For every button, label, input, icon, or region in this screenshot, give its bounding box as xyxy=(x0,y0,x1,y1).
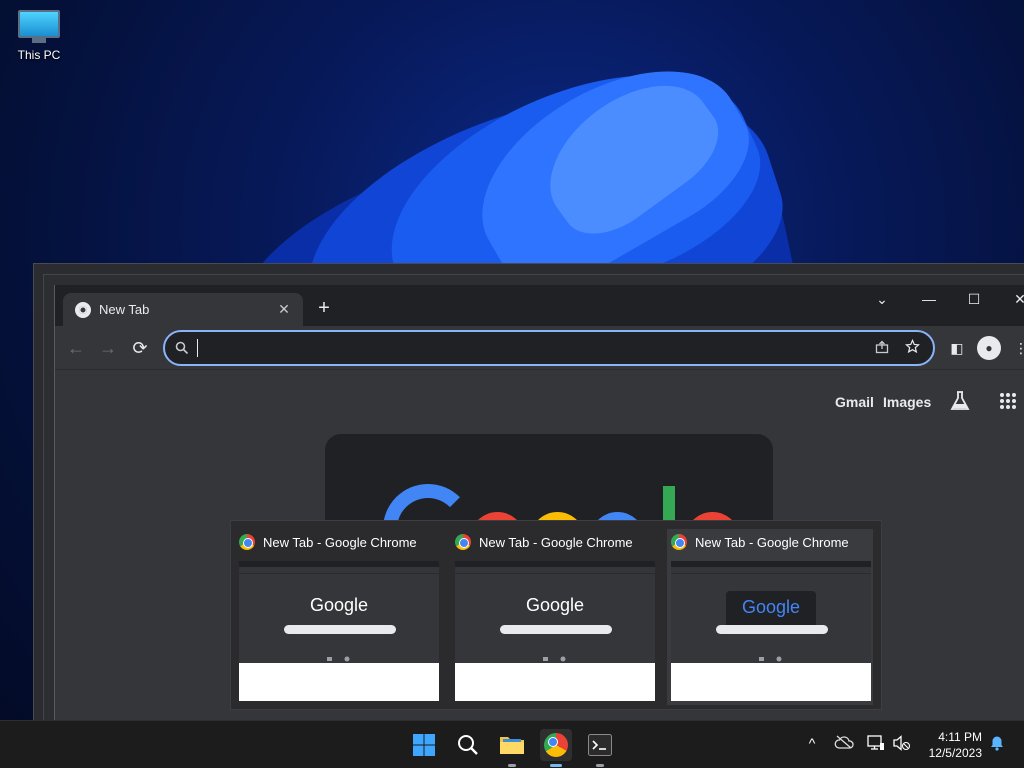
file-explorer-button[interactable] xyxy=(496,729,528,767)
thumb-shortcuts xyxy=(541,649,569,662)
desktop-icon-label: This PC xyxy=(17,48,61,62)
tab-strip: New Tab ✕ + ⌄ — ☐ ✕ xyxy=(55,285,1024,326)
tab-new-tab[interactable]: New Tab ✕ xyxy=(63,293,303,326)
notification-bell-icon[interactable] xyxy=(985,735,1009,754)
search-icon xyxy=(458,735,478,755)
maximize-button[interactable]: ☐ xyxy=(962,291,986,308)
apps-grid-icon[interactable] xyxy=(999,392,1017,415)
this-pc-icon xyxy=(18,10,60,38)
preview-thumbnail: Google xyxy=(455,561,655,701)
onedrive-cloud-icon[interactable] xyxy=(832,735,856,752)
folder-icon xyxy=(500,737,524,754)
chrome-icon xyxy=(239,534,255,550)
terminal-icon xyxy=(588,734,612,756)
browser-toolbar: ← → ⟳ ◧ ● ⋮ xyxy=(55,326,1024,370)
images-link[interactable]: Images xyxy=(883,394,931,410)
preview-thumbnail: Google xyxy=(239,561,439,701)
text-caret xyxy=(197,339,198,357)
side-panel-button[interactable]: ◧ xyxy=(945,336,969,360)
network-icon[interactable] xyxy=(864,735,888,754)
preview-thumbnail: Google xyxy=(671,561,871,701)
chrome-taskbar-button[interactable] xyxy=(540,729,572,767)
search-tabs-button[interactable]: ⌄ xyxy=(870,291,894,308)
close-tab-icon[interactable]: ✕ xyxy=(275,301,293,318)
desktop-icon-this-pc[interactable]: This PC xyxy=(10,10,68,62)
thumb-search-box xyxy=(284,625,396,634)
thumb-search-box xyxy=(716,625,828,634)
monitor-stand xyxy=(32,38,46,43)
omnibox[interactable] xyxy=(163,330,935,366)
back-button[interactable]: ← xyxy=(65,337,87,359)
taskbar: ^ 4:11 PM 12/5/2023 xyxy=(0,720,1024,768)
volume-muted-icon[interactable] xyxy=(890,735,914,754)
reload-button[interactable]: ⟳ xyxy=(129,337,151,359)
window-preview[interactable]: New Tab - Google Chrome Google xyxy=(235,529,441,705)
taskbar-search-button[interactable] xyxy=(452,729,484,761)
windows-logo-icon xyxy=(413,734,435,756)
bookmark-star-icon[interactable] xyxy=(901,338,923,357)
terminal-button[interactable] xyxy=(584,729,616,767)
close-window-button[interactable]: ✕ xyxy=(1008,291,1024,308)
running-indicator xyxy=(596,764,604,767)
new-tab-button[interactable]: + xyxy=(313,297,335,320)
profile-avatar-icon[interactable]: ● xyxy=(977,336,1001,360)
thumb-search-box xyxy=(500,625,612,634)
chrome-favicon-icon xyxy=(75,301,91,318)
share-icon[interactable] xyxy=(871,340,893,357)
chrome-icon xyxy=(455,534,471,550)
thumb-google-logo: Google xyxy=(525,595,585,615)
system-clock[interactable]: 4:11 PM 12/5/2023 xyxy=(929,729,982,761)
running-indicator xyxy=(508,764,516,767)
clock-date: 12/5/2023 xyxy=(928,746,982,760)
preview-title: New Tab - Google Chrome xyxy=(695,534,849,550)
thumb-shortcuts xyxy=(325,649,353,662)
address-input[interactable] xyxy=(202,340,863,356)
search-icon xyxy=(175,341,189,355)
minimize-button[interactable]: — xyxy=(917,291,941,307)
preview-title: New Tab - Google Chrome xyxy=(479,534,633,550)
thumb-google-logo: Google xyxy=(309,595,369,615)
start-button[interactable] xyxy=(408,729,440,761)
flask-icon[interactable] xyxy=(949,390,971,417)
tab-title: New Tab xyxy=(99,302,150,317)
tray-overflow-chevron-icon[interactable]: ^ xyxy=(800,735,824,751)
chrome-icon xyxy=(671,534,687,550)
chrome-icon xyxy=(544,733,568,757)
forward-button[interactable]: → xyxy=(97,337,119,359)
taskbar-preview-flyout: New Tab - Google Chrome Google New Tab -… xyxy=(230,520,882,710)
clock-time: 4:11 PM xyxy=(938,730,982,744)
thumb-shortcuts xyxy=(757,649,785,662)
gmail-link[interactable]: Gmail xyxy=(835,394,874,410)
chrome-menu-button[interactable]: ⋮ xyxy=(1009,336,1024,360)
active-indicator xyxy=(550,764,562,767)
preview-title: New Tab - Google Chrome xyxy=(263,534,417,550)
window-preview[interactable]: New Tab - Google Chrome Google xyxy=(451,529,657,705)
thumb-google-logo: Google xyxy=(741,597,801,617)
window-preview-active[interactable]: New Tab - Google Chrome Google xyxy=(667,529,873,705)
